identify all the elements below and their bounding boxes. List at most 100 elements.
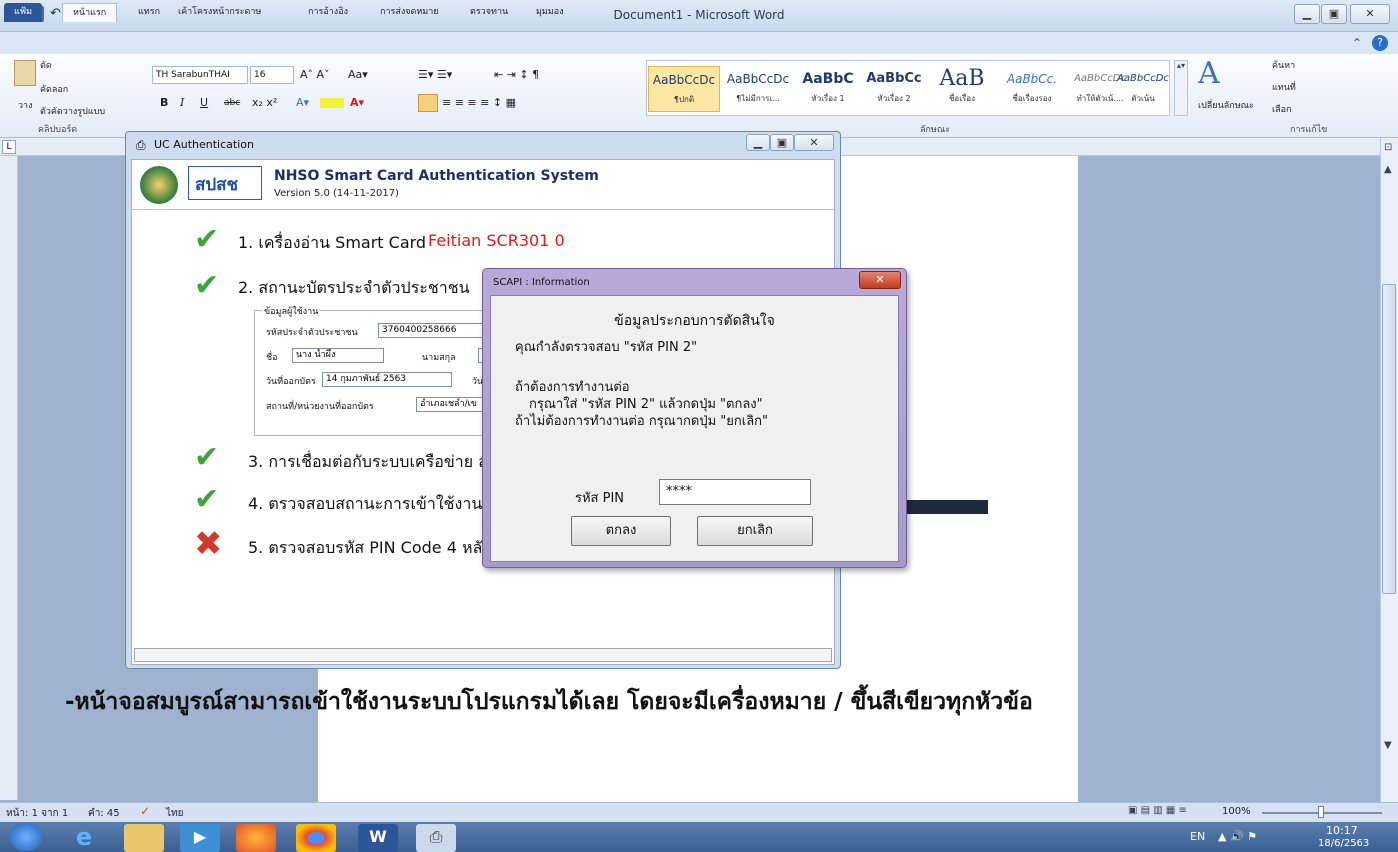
replace-button[interactable]: แทนที่ xyxy=(1272,80,1296,94)
explorer-icon[interactable] xyxy=(124,824,164,852)
pin-input[interactable]: **** xyxy=(659,479,811,505)
bullets-icon[interactable]: ☰▾ ☰▾ xyxy=(418,66,452,84)
close-button[interactable]: ✕ xyxy=(1350,4,1390,24)
change-case-icon[interactable]: Aa▾ xyxy=(348,66,368,84)
styles-scroll-icon[interactable]: ▴▾ xyxy=(1174,60,1188,116)
word-taskbar-icon[interactable]: W xyxy=(358,824,398,852)
cancel-button[interactable]: ยกเลิก xyxy=(697,516,813,546)
start-icon[interactable] xyxy=(10,823,42,851)
firefox-icon[interactable] xyxy=(236,824,276,852)
step3-label: 3. การเชื่อมต่อกับระบบเครือข่าย สป xyxy=(248,452,499,471)
uc-window-title: UC Authentication xyxy=(154,138,254,151)
bold-icon[interactable]: B xyxy=(160,94,168,112)
editing-group-label: การแก้ไข xyxy=(1290,125,1328,135)
issue-date-field[interactable]: 14 กุมภาพันธ์ 2563 xyxy=(322,372,452,387)
select-button[interactable]: เลือก xyxy=(1272,102,1291,116)
style-preview: AaBbCc xyxy=(866,71,922,86)
style-preview: AaBbCcDc xyxy=(652,73,716,87)
style-heading-1[interactable]: AaBbC หัวเรื่อง 1 xyxy=(792,66,864,112)
tab-home[interactable]: หน้าแรก xyxy=(62,3,118,22)
scroll-down-icon[interactable]: ▼ xyxy=(1384,740,1392,751)
font-color-icon[interactable]: A▾ xyxy=(350,94,364,112)
font-name-select[interactable]: TH SarabunTHAI xyxy=(152,66,248,84)
name-field[interactable]: นาง น้ำผึ้ง xyxy=(292,348,384,363)
italic-icon[interactable]: I xyxy=(180,94,184,112)
step3-check-icon: ✔ xyxy=(194,440,220,475)
zoom-level[interactable]: 100% xyxy=(1222,806,1251,817)
proofing-icon[interactable]: ✓ xyxy=(140,804,150,818)
minimize-button[interactable]: ▁ xyxy=(1294,4,1320,24)
styles-group-label: ลักษณะ xyxy=(920,125,951,135)
scroll-thumb[interactable] xyxy=(1382,284,1396,594)
scapi-heading: ข้อมูลประกอบการตัดสินใจ xyxy=(614,313,775,329)
ruler-toggle-icon[interactable]: ⊡ xyxy=(1384,142,1392,153)
change-styles-label[interactable]: เปลี่ยนลักษณะ xyxy=(1198,98,1254,112)
style-no-spacing[interactable]: AaBbCcDc ¶ไม่มีการเ... xyxy=(722,66,794,112)
format-painter-button[interactable]: ตัวคัดวางรูปแบบ xyxy=(40,104,105,118)
language-indicator[interactable]: ไทย xyxy=(166,806,183,821)
scroll-up-icon[interactable]: ▲ xyxy=(1384,164,1392,175)
page-count[interactable]: หน้า: 1 จาก 1 xyxy=(6,806,68,821)
style-emphasis[interactable]: AaBbCcDc ตัวเน้น xyxy=(1116,66,1170,112)
change-styles-icon[interactable]: A xyxy=(1198,56,1220,91)
collapse-ribbon-icon[interactable]: ⌃ xyxy=(1352,36,1362,50)
tab-insert[interactable]: แทรก xyxy=(128,3,170,22)
tray-icons[interactable]: ▲ 🔊 ⚑ xyxy=(1218,830,1257,843)
uc-title-bar[interactable]: ⎙ UC Authentication ▁ ▣ ✕ xyxy=(126,132,840,158)
uc-status-bar xyxy=(134,648,832,662)
id-field[interactable]: 3760400258666 xyxy=(378,323,490,338)
highlight-icon[interactable] xyxy=(320,98,344,108)
font-size-select[interactable]: 16 xyxy=(250,66,294,84)
step5-label: 5. ตรวจสอบรหัส PIN Code 4 หลัก xyxy=(248,538,492,557)
scapi-dialog: SCAPI : Information ✕ ข้อมูลประกอบการตัด… xyxy=(482,268,907,568)
tab-view[interactable]: มุมมอง xyxy=(526,3,574,22)
zoom-thumb[interactable] xyxy=(1318,806,1324,818)
align-left-icon[interactable] xyxy=(418,94,438,112)
find-button[interactable]: ค้นหา xyxy=(1272,58,1295,72)
paste-label[interactable]: วาง xyxy=(18,98,33,112)
strikethrough-icon[interactable]: abc xyxy=(224,94,240,112)
ok-button[interactable]: ตกลง xyxy=(571,516,671,546)
help-icon[interactable]: ? xyxy=(1372,35,1388,51)
view-buttons-icon[interactable]: ▣ ▤ ▥ ▦ ≡ xyxy=(1128,805,1187,816)
media-icon[interactable]: ▶ xyxy=(180,824,220,852)
style-preview: AaB xyxy=(939,66,985,91)
text-effects-icon[interactable]: A▾ xyxy=(296,94,309,112)
tab-page-layout[interactable]: เค้าโครงหน้ากระดาษ xyxy=(168,3,271,22)
tab-file[interactable]: แฟ้ม xyxy=(4,3,43,22)
maximize-button[interactable]: ▣ xyxy=(1321,4,1347,24)
status-bar xyxy=(0,802,1398,822)
issuer-field[interactable]: อำเภอเชลำ/เข xyxy=(416,397,488,412)
indent-icon[interactable]: ⇤ ⇥ ↕ ¶ xyxy=(494,66,539,84)
subscript-icon[interactable]: x₂ x² xyxy=(252,94,277,112)
paste-icon[interactable] xyxy=(14,60,36,86)
scapi-close-button[interactable]: ✕ xyxy=(859,271,901,289)
vertical-ruler[interactable] xyxy=(0,156,18,800)
tab-mailings[interactable]: การส่งจดหมาย xyxy=(370,3,449,22)
name-label: ชื่อ xyxy=(266,353,278,363)
issue-date-label: วันที่ออกบัตร xyxy=(266,377,316,387)
ie-icon[interactable]: e xyxy=(64,824,104,852)
align-center-icon[interactable]: ≡ ≡ ≡ ≡ ↕ ▦ xyxy=(442,94,516,112)
style-subtitle[interactable]: AaBbCc. ชื่อเรื่องรอง xyxy=(996,66,1068,112)
uc-maximize-button[interactable]: ▣ xyxy=(770,134,794,151)
uc-close-button[interactable]: ✕ xyxy=(794,134,834,151)
grow-font-icon[interactable]: A˄ A˅ xyxy=(300,66,330,84)
style-title[interactable]: AaB ชื่อเรื่อง xyxy=(926,66,998,112)
cut-button[interactable]: ตัด xyxy=(40,58,52,72)
tab-review[interactable]: ตรวจทาน xyxy=(460,3,518,22)
uc-minimize-button[interactable]: ▁ xyxy=(746,134,770,151)
chrome-icon[interactable] xyxy=(296,824,336,852)
tab-selector-icon[interactable]: L xyxy=(2,140,16,154)
underline-icon[interactable]: U xyxy=(200,94,208,112)
input-language[interactable]: EN xyxy=(1190,830,1205,843)
clock-time[interactable]: 10:17 xyxy=(1326,824,1358,837)
copy-button[interactable]: คัดลอก xyxy=(40,82,68,96)
word-count[interactable]: คำ: 45 xyxy=(88,806,120,821)
uc-auth-taskbar-icon[interactable]: ⎙ xyxy=(416,824,456,852)
style-heading-2[interactable]: AaBbCc หัวเรื่อง 2 xyxy=(858,66,930,112)
printer-icon: ⎙ xyxy=(136,138,146,152)
tab-references[interactable]: การอ้างอิง xyxy=(298,3,358,22)
clock-date[interactable]: 18/6/2563 xyxy=(1318,838,1369,849)
style-normal[interactable]: AaBbCcDc ¶ปกติ xyxy=(648,66,720,112)
